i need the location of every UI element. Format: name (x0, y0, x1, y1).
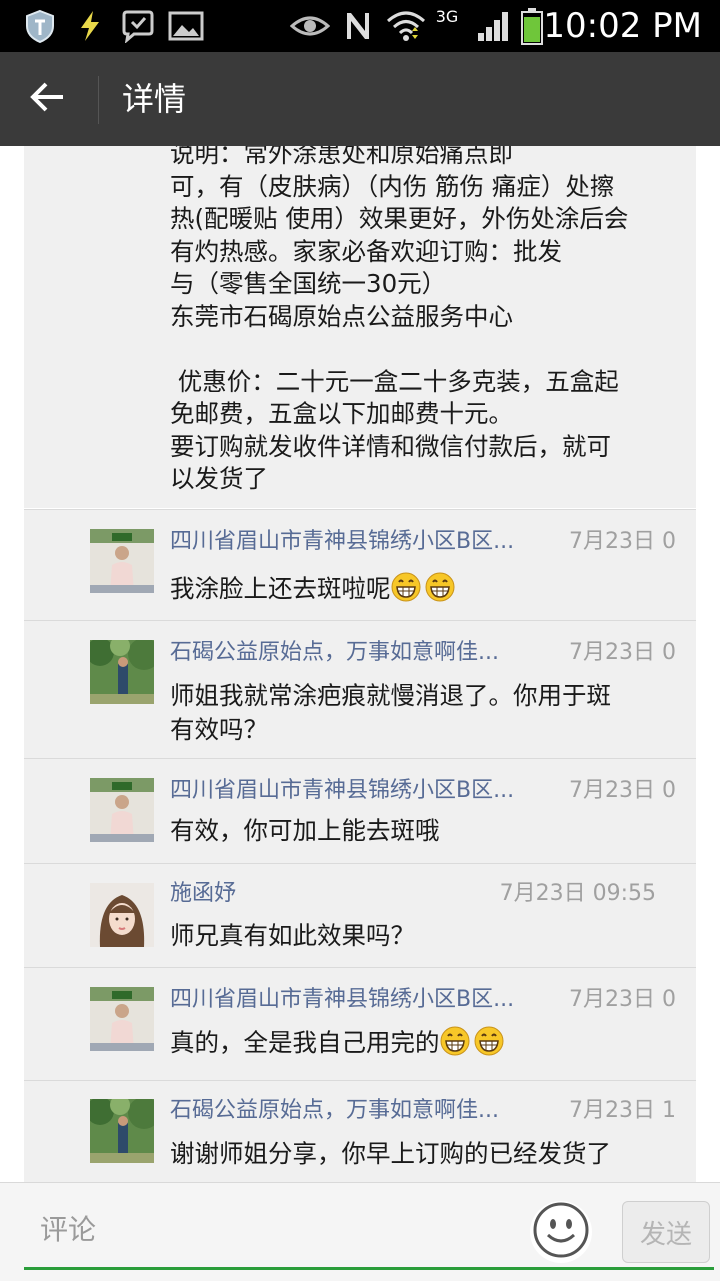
comment-text: 有效，你可加上能去斑哦 (170, 816, 440, 845)
emoji-button[interactable] (530, 1201, 592, 1263)
page-title: 详情 (122, 80, 187, 118)
comment-time: 7月23日 1 (569, 1098, 676, 1123)
grin-emoji-icon (440, 1026, 470, 1056)
gallery-icon (166, 8, 206, 44)
comment-text-content: 真的，全是我自己用完的 (170, 1028, 440, 1057)
arrow-left-icon (30, 81, 66, 117)
signal-icon (474, 8, 514, 44)
comment-time: 7月23日 0 (569, 778, 676, 803)
comment-time: 7月23日 0 (569, 529, 676, 554)
detail-content[interactable]: 说明：常外涂患处和原始痛点即 可，有（皮肤病）（内伤 筋伤 痛症）处擦 热(配暖… (0, 146, 720, 1182)
comment-item[interactable]: 四川省眉山市青神县锦绣小区B区... 7月23日 0 有效，你可加上能去斑哦 (24, 758, 696, 863)
shield-icon (22, 8, 58, 44)
status-bar: 3G 10:02 PM (0, 0, 720, 52)
comment-text-content: 我涂脸上还去斑啦呢 (170, 574, 391, 603)
avatar[interactable] (90, 987, 154, 1051)
comment-author[interactable]: 施函妤 (170, 878, 550, 910)
avatar[interactable] (90, 778, 154, 842)
comment-text: 师姐我就常涂疤痕就慢消退了。你用于斑 有效吗？ (170, 681, 611, 744)
comment-text: 我涂脸上还去斑啦呢 (170, 572, 670, 606)
avatar[interactable] (90, 529, 154, 593)
eye-icon (288, 8, 332, 44)
grin-emoji-icon (391, 572, 421, 602)
avatar[interactable] (90, 640, 154, 704)
avatar[interactable] (90, 883, 154, 947)
comment-time: 7月23日 09:55 (499, 881, 656, 906)
app-bar: 详情 (0, 52, 720, 146)
flash-icon (72, 8, 108, 44)
input-underline (24, 1267, 714, 1270)
chat-bubble-icon (118, 8, 158, 44)
grin-emoji-icon (425, 572, 455, 602)
status-time: 10:02 PM (543, 6, 702, 46)
avatar[interactable] (90, 1099, 154, 1163)
comment-time: 7月23日 0 (569, 640, 676, 665)
comment-item[interactable]: 石碣公益原始点，万事如意啊佳... 7月23日 0 师姐我就常涂疤痕就慢消退了。… (24, 620, 696, 758)
comment-input-bar: 发送 (0, 1182, 720, 1281)
wifi-icon (384, 8, 428, 44)
comment-item[interactable]: 四川省眉山市青神县锦绣小区B区... 7月23日 0 真的，全是我自己用完的 (24, 967, 696, 1080)
comment-list: 四川省眉山市青神县锦绣小区B区... 7月23日 0 我涂脸上还去斑啦呢 石碣公… (24, 509, 696, 1182)
comment-time: 7月23日 0 (569, 987, 676, 1012)
comment-item[interactable]: 施函妤 7月23日 09:55 师兄真有如此效果吗？ (24, 863, 696, 967)
grin-emoji-icon (474, 1026, 504, 1056)
comment-author[interactable]: 四川省眉山市青神县锦绣小区B区... (170, 984, 550, 1016)
comment-author[interactable]: 四川省眉山市青神县锦绣小区B区... (170, 775, 550, 807)
comment-author[interactable]: 石碣公益原始点，万事如意啊佳... (170, 1095, 550, 1127)
send-button[interactable]: 发送 (622, 1201, 710, 1263)
n-icon (340, 8, 376, 44)
comment-text: 师兄真有如此效果吗？ (170, 921, 415, 950)
comment-author[interactable]: 四川省眉山市青神县锦绣小区B区... (170, 526, 550, 558)
post-body: 说明：常外涂患处和原始痛点即 可，有（皮肤病）（内伤 筋伤 痛症）处擦 热(配暖… (24, 146, 696, 508)
post-text: 说明：常外涂患处和原始痛点即 可，有（皮肤病）（内伤 筋伤 痛症）处擦 热(配暖… (170, 146, 629, 493)
comment-text: 谢谢师姐分享，你早上订购的已经发货了 (170, 1139, 611, 1168)
comment-item[interactable]: 四川省眉山市青神县锦绣小区B区... 7月23日 0 我涂脸上还去斑啦呢 (24, 509, 696, 620)
comment-text: 真的，全是我自己用完的 (170, 1026, 670, 1060)
back-button[interactable] (0, 52, 96, 146)
battery-icon (518, 8, 546, 45)
comment-input[interactable] (24, 1201, 536, 1257)
network-type: 3G (435, 6, 459, 26)
appbar-divider (98, 76, 99, 124)
smiley-icon (532, 1201, 590, 1263)
comment-item[interactable]: 石碣公益原始点，万事如意啊佳... 7月23日 1 谢谢师姐分享，你早上订购的已… (24, 1080, 696, 1182)
comment-author[interactable]: 石碣公益原始点，万事如意啊佳... (170, 637, 550, 669)
